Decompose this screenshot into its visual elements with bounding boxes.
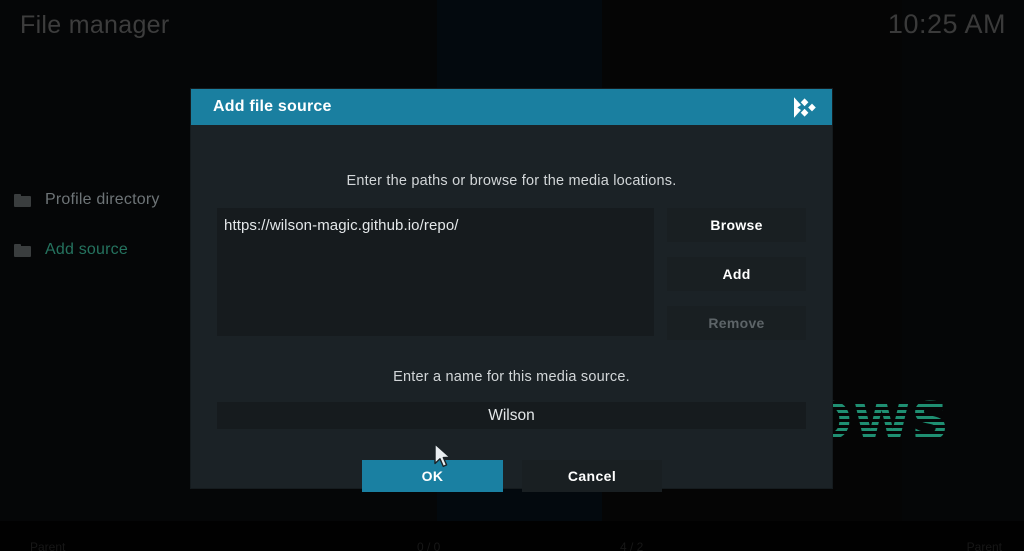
sidebar-item-label: Profile directory bbox=[45, 191, 160, 208]
source-name-input[interactable]: Wilson bbox=[217, 402, 806, 429]
source-list: Profile directory Add source bbox=[0, 175, 200, 275]
bottom-status-cell: 4 / 2 bbox=[620, 540, 644, 551]
remove-button: Remove bbox=[667, 306, 806, 340]
dialog-title: Add file source bbox=[213, 98, 332, 115]
sidebar-item-label: Add source bbox=[45, 241, 128, 258]
dialog-titlebar: Add file source bbox=[191, 89, 832, 125]
path-list-item[interactable]: https://wilson-magic.github.io/repo/ bbox=[217, 208, 654, 234]
clock: 10:25 AM bbox=[887, 9, 1006, 39]
ok-button[interactable]: OK bbox=[362, 460, 503, 492]
kodi-file-manager-screen: File manager 10:25 AM Profile directory … bbox=[0, 0, 1024, 551]
mouse-cursor bbox=[434, 443, 454, 471]
add-button[interactable]: Add bbox=[667, 257, 806, 291]
bottom-status-bar: Parent 0 / 0 4 / 2 Parent bbox=[0, 540, 1024, 551]
browse-button[interactable]: Browse bbox=[667, 208, 806, 242]
path-action-buttons: Browse Add Remove bbox=[667, 208, 806, 340]
cancel-button[interactable]: Cancel bbox=[522, 460, 662, 492]
folder-icon bbox=[14, 243, 31, 257]
bottom-status-cell: 0 / 0 bbox=[417, 540, 441, 551]
sidebar-item-add-source[interactable]: Add source bbox=[0, 225, 200, 275]
paths-hint-label: Enter the paths or browse for the media … bbox=[346, 173, 677, 189]
path-list[interactable]: https://wilson-magic.github.io/repo/ bbox=[217, 208, 654, 336]
bottom-status-cell: Parent bbox=[966, 540, 1002, 551]
page-title: File manager bbox=[20, 11, 170, 39]
dialog-body: Enter the paths or browse for the media … bbox=[191, 125, 832, 492]
app-header: File manager 10:25 AM bbox=[0, 0, 1024, 52]
name-hint-label: Enter a name for this media source. bbox=[393, 369, 630, 385]
folder-icon bbox=[14, 193, 31, 207]
add-file-source-dialog: Add file source Enter the paths or brows… bbox=[191, 89, 832, 492]
sidebar-item-profile-directory[interactable]: Profile directory bbox=[0, 175, 200, 225]
kodi-logo-icon bbox=[792, 96, 818, 119]
bottom-status-cell: Parent bbox=[30, 540, 66, 551]
